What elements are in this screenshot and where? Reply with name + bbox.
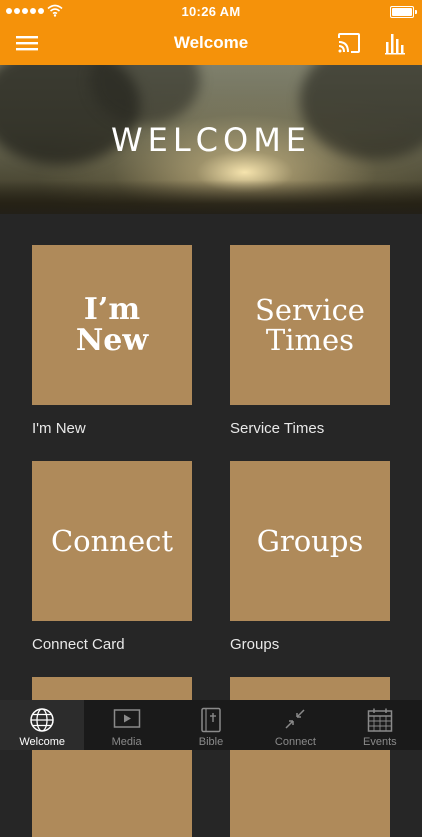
tab-media[interactable]: Media: [84, 700, 168, 750]
calendar-icon: [367, 708, 393, 732]
battery-icon: [390, 6, 417, 18]
tab-label: Welcome: [19, 736, 66, 748]
hero-title: WELCOME: [110, 121, 312, 159]
tile-connect-card[interactable]: Connect Connect Card: [32, 461, 192, 653]
tile-groups-graphic: Groups: [230, 461, 390, 621]
tile-im-new[interactable]: I’m New I'm New: [32, 245, 192, 437]
connect-arrows-icon: [285, 709, 305, 729]
tile-service-times-graphic: Service Times: [230, 245, 390, 405]
tile-im-new-graphic: I’m New: [32, 245, 192, 405]
tile-caption: I'm New: [32, 420, 86, 437]
bible-icon: [201, 707, 221, 733]
tile-connect-graphic: Connect: [32, 461, 192, 621]
tile-caption: Groups: [230, 636, 280, 653]
video-icon: [113, 709, 140, 728]
hero-banner: WELCOME: [0, 65, 422, 214]
bottom-tab-bar: Welcome Media Bible Connect Events: [0, 700, 422, 750]
tile-service-times[interactable]: Service Times Service Times: [230, 245, 390, 437]
tab-label: Connect: [274, 736, 316, 748]
globe-icon: [30, 708, 54, 732]
tile-caption: Connect Card: [32, 636, 125, 653]
tab-welcome[interactable]: Welcome: [0, 700, 85, 750]
tile-groups[interactable]: Groups Groups: [230, 461, 390, 653]
tile-label: Connect: [50, 523, 174, 558]
tile-label: Groups: [256, 523, 364, 558]
tab-label: Bible: [198, 736, 224, 748]
tab-connect[interactable]: Connect: [253, 700, 337, 750]
status-time: 10:26 AM: [181, 4, 241, 19]
tile-caption: Service Times: [230, 420, 325, 437]
tile-label: I’m New: [75, 291, 149, 358]
tab-label: Events: [363, 736, 397, 748]
tab-label: Media: [111, 736, 142, 748]
stats-chart-icon[interactable]: [384, 30, 408, 56]
status-bar: 10:26 AM: [0, 0, 422, 22]
nav-bar: Welcome: [0, 22, 422, 65]
tab-events[interactable]: Events: [338, 700, 422, 750]
cast-icon[interactable]: [336, 30, 362, 56]
tile-label: Service Times: [255, 292, 365, 357]
tab-bible[interactable]: Bible: [169, 700, 253, 750]
